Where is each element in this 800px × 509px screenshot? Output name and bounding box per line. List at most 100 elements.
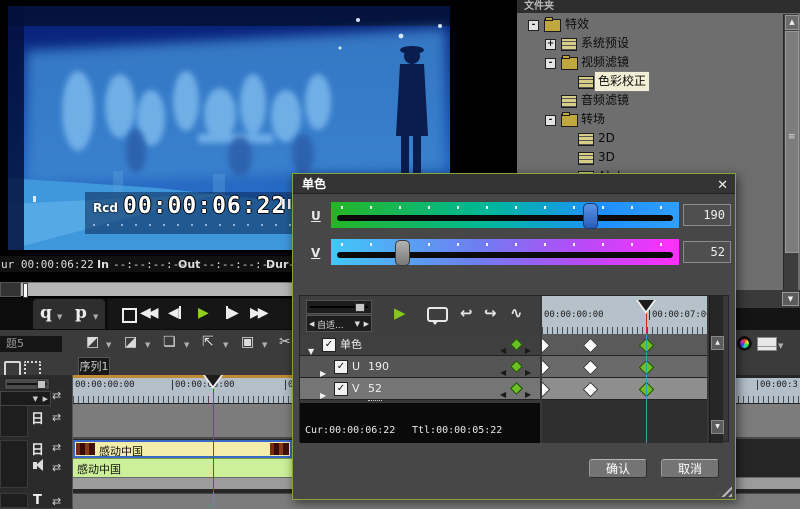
keyframe-play-icon[interactable]: ▶ xyxy=(394,304,406,322)
color-correction-icon[interactable] xyxy=(737,336,752,351)
kf-scroll-down[interactable]: ▼ xyxy=(711,420,724,434)
sync-arrows-icon[interactable]: ⇄ xyxy=(52,441,61,454)
tree-item-label[interactable]: 视频滤镜 xyxy=(581,53,629,72)
dropdown-next[interactable]: ▶ xyxy=(364,320,369,328)
save-caret[interactable]: ▼ xyxy=(262,341,267,349)
add-keyframe-icon[interactable] xyxy=(510,382,523,395)
keyframe-row-u[interactable]: ▶ ✓ U 190 ◀ ▶ xyxy=(300,356,540,379)
keyframe-lane-u[interactable] xyxy=(542,356,707,378)
marker-tool-caret[interactable]: ▼ xyxy=(106,341,111,349)
keyframe-diamond[interactable] xyxy=(582,359,599,375)
v-value-field[interactable]: 52 xyxy=(683,241,731,263)
scrubber-position-marker[interactable] xyxy=(23,283,28,298)
checkbox-checked[interactable]: ✓ xyxy=(334,360,348,374)
tree-item-2d[interactable]: 2D xyxy=(517,129,779,148)
keyframe-lane-monochrome[interactable] xyxy=(542,334,707,356)
keyframe-lane-v[interactable] xyxy=(542,378,707,400)
keyframe-ruler[interactable]: 00:00:00:00 00:00:07:00 xyxy=(542,296,707,334)
playhead-line[interactable] xyxy=(213,378,214,492)
u-value-field[interactable]: 190 xyxy=(683,204,731,226)
tree-item-effects[interactable]: - 特效 xyxy=(517,15,779,34)
layout-tool-icon[interactable] xyxy=(757,337,777,351)
keyframe-diamond[interactable] xyxy=(542,359,551,375)
dialog-title-bar[interactable]: 单色 ✕ xyxy=(293,174,735,194)
v-slider-handle[interactable] xyxy=(394,240,410,266)
sync-arrows-icon[interactable]: ⇄ xyxy=(52,411,61,424)
stop-button[interactable] xyxy=(122,308,137,323)
layout-tool-caret[interactable]: ▼ xyxy=(778,342,783,350)
u-slider-handle[interactable] xyxy=(583,203,599,229)
confirm-button[interactable]: 确认 xyxy=(589,459,647,478)
expander-icon[interactable]: - xyxy=(528,20,539,31)
v-slider-track[interactable] xyxy=(331,239,679,266)
fast-forward-button[interactable]: ▶▶ xyxy=(250,305,268,321)
scrollbar-thumb[interactable] xyxy=(785,31,799,253)
tree-item-color-correction[interactable]: 色彩校正 xyxy=(517,71,779,92)
set-in-dropdown-caret[interactable]: ▼ xyxy=(57,313,62,321)
checkbox-checked[interactable]: ✓ xyxy=(334,382,348,396)
scroll-up-button[interactable]: ▲ xyxy=(785,15,799,30)
kf-playhead-line[interactable] xyxy=(646,334,647,443)
close-icon[interactable]: ✕ xyxy=(717,176,728,196)
timeline-zoom-slider[interactable] xyxy=(4,378,50,390)
keyframe-diamond[interactable] xyxy=(582,381,599,397)
add-keyframe-icon[interactable] xyxy=(510,338,523,351)
tree-item-label[interactable]: 转场 xyxy=(581,110,605,129)
timeline-fit-dropdown[interactable]: ▼ ▶ xyxy=(0,391,51,406)
keyframe-zoom-slider[interactable] xyxy=(306,300,372,314)
set-in-button[interactable]: q xyxy=(40,303,52,323)
keyframe-diamond[interactable] xyxy=(542,337,551,353)
sequence-tab[interactable]: 序列1 xyxy=(78,357,110,375)
keyframe-fit-dropdown[interactable]: ◀ 自适... ▼ ▶ xyxy=(306,315,372,332)
expander-icon[interactable]: - xyxy=(545,115,556,126)
track-mute-cell[interactable] xyxy=(0,404,28,437)
comment-bubble-icon[interactable] xyxy=(427,307,448,325)
curve-editor-icon[interactable]: ∿ xyxy=(510,304,523,322)
kf-scroll-up[interactable]: ▲ xyxy=(711,336,724,350)
cancel-button[interactable]: 取消 xyxy=(661,459,719,478)
keyframe-row-v[interactable]: ▶ ✓ V 52 ◀ ▶ xyxy=(300,378,540,401)
u-slider-track[interactable] xyxy=(331,202,679,229)
keyframe-diamond[interactable] xyxy=(542,381,551,397)
dropdown-caret[interactable]: ▼ xyxy=(33,395,38,403)
add-keyframe-icon[interactable] xyxy=(510,360,523,373)
row-value[interactable]: 52 xyxy=(368,378,382,401)
tree-item-label[interactable]: 2D xyxy=(598,129,615,148)
rewind-button[interactable]: ◀◀ xyxy=(140,305,158,321)
tree-item-video-filters[interactable]: - 视频滤镜 xyxy=(517,53,779,72)
expander-icon[interactable]: - xyxy=(545,58,556,69)
checkbox-checked[interactable]: ✓ xyxy=(322,338,336,352)
sync-arrows-icon[interactable]: ⇄ xyxy=(52,495,61,508)
new-sequence-caret[interactable]: ▼ xyxy=(184,341,189,349)
export-icon[interactable]: ⇱ xyxy=(202,334,214,350)
tree-item-label[interactable]: 特效 xyxy=(565,15,589,34)
expander-icon[interactable]: + xyxy=(545,39,556,50)
keyframe-scrollbar[interactable]: ▲ ▼ xyxy=(709,296,724,443)
play-button[interactable]: ▶ xyxy=(198,305,209,321)
row-value[interactable]: 190 xyxy=(368,356,389,379)
new-sequence-icon[interactable]: ❏ xyxy=(163,334,176,350)
set-out-button[interactable]: p xyxy=(75,303,87,323)
fade-tool-icon[interactable]: ◪ xyxy=(124,334,137,350)
tree-item-label[interactable]: 系统预设 xyxy=(581,34,629,53)
tree-item-system-presets[interactable]: + 系统预设 xyxy=(517,34,779,53)
undo-icon[interactable]: ↩ xyxy=(460,304,473,322)
tree-scrollbar[interactable]: ▲ xyxy=(783,14,799,290)
marker-tool-icon[interactable]: ◩ xyxy=(86,334,99,350)
keyframe-row-monochrome[interactable]: ▼ ✓ 单色 ◀ ▶ xyxy=(300,334,540,356)
sync-arrows-icon[interactable]: ⇄ xyxy=(52,389,61,402)
tree-item-label[interactable]: 3D xyxy=(598,148,615,167)
dropdown-prev[interactable]: ◀ xyxy=(309,320,314,328)
dropdown-next[interactable]: ▶ xyxy=(43,395,48,403)
save-icon[interactable]: ▣ xyxy=(241,334,254,350)
audio-clip[interactable]: 感动中国 xyxy=(73,458,292,478)
track-mute-cell[interactable] xyxy=(0,493,28,508)
resize-grip[interactable] xyxy=(717,483,732,497)
kf-playhead-handle[interactable] xyxy=(636,300,656,314)
tree-item-audio-filters[interactable]: 音频滤镜 xyxy=(517,91,779,110)
playhead-handle[interactable] xyxy=(203,375,223,389)
tree-item-transitions[interactable]: - 转场 xyxy=(517,110,779,129)
fade-tool-caret[interactable]: ▼ xyxy=(145,341,150,349)
dropdown-caret[interactable]: ▼ xyxy=(355,320,360,328)
keyframe-timeline[interactable]: 00:00:00:00 00:00:07:00 xyxy=(542,296,707,443)
